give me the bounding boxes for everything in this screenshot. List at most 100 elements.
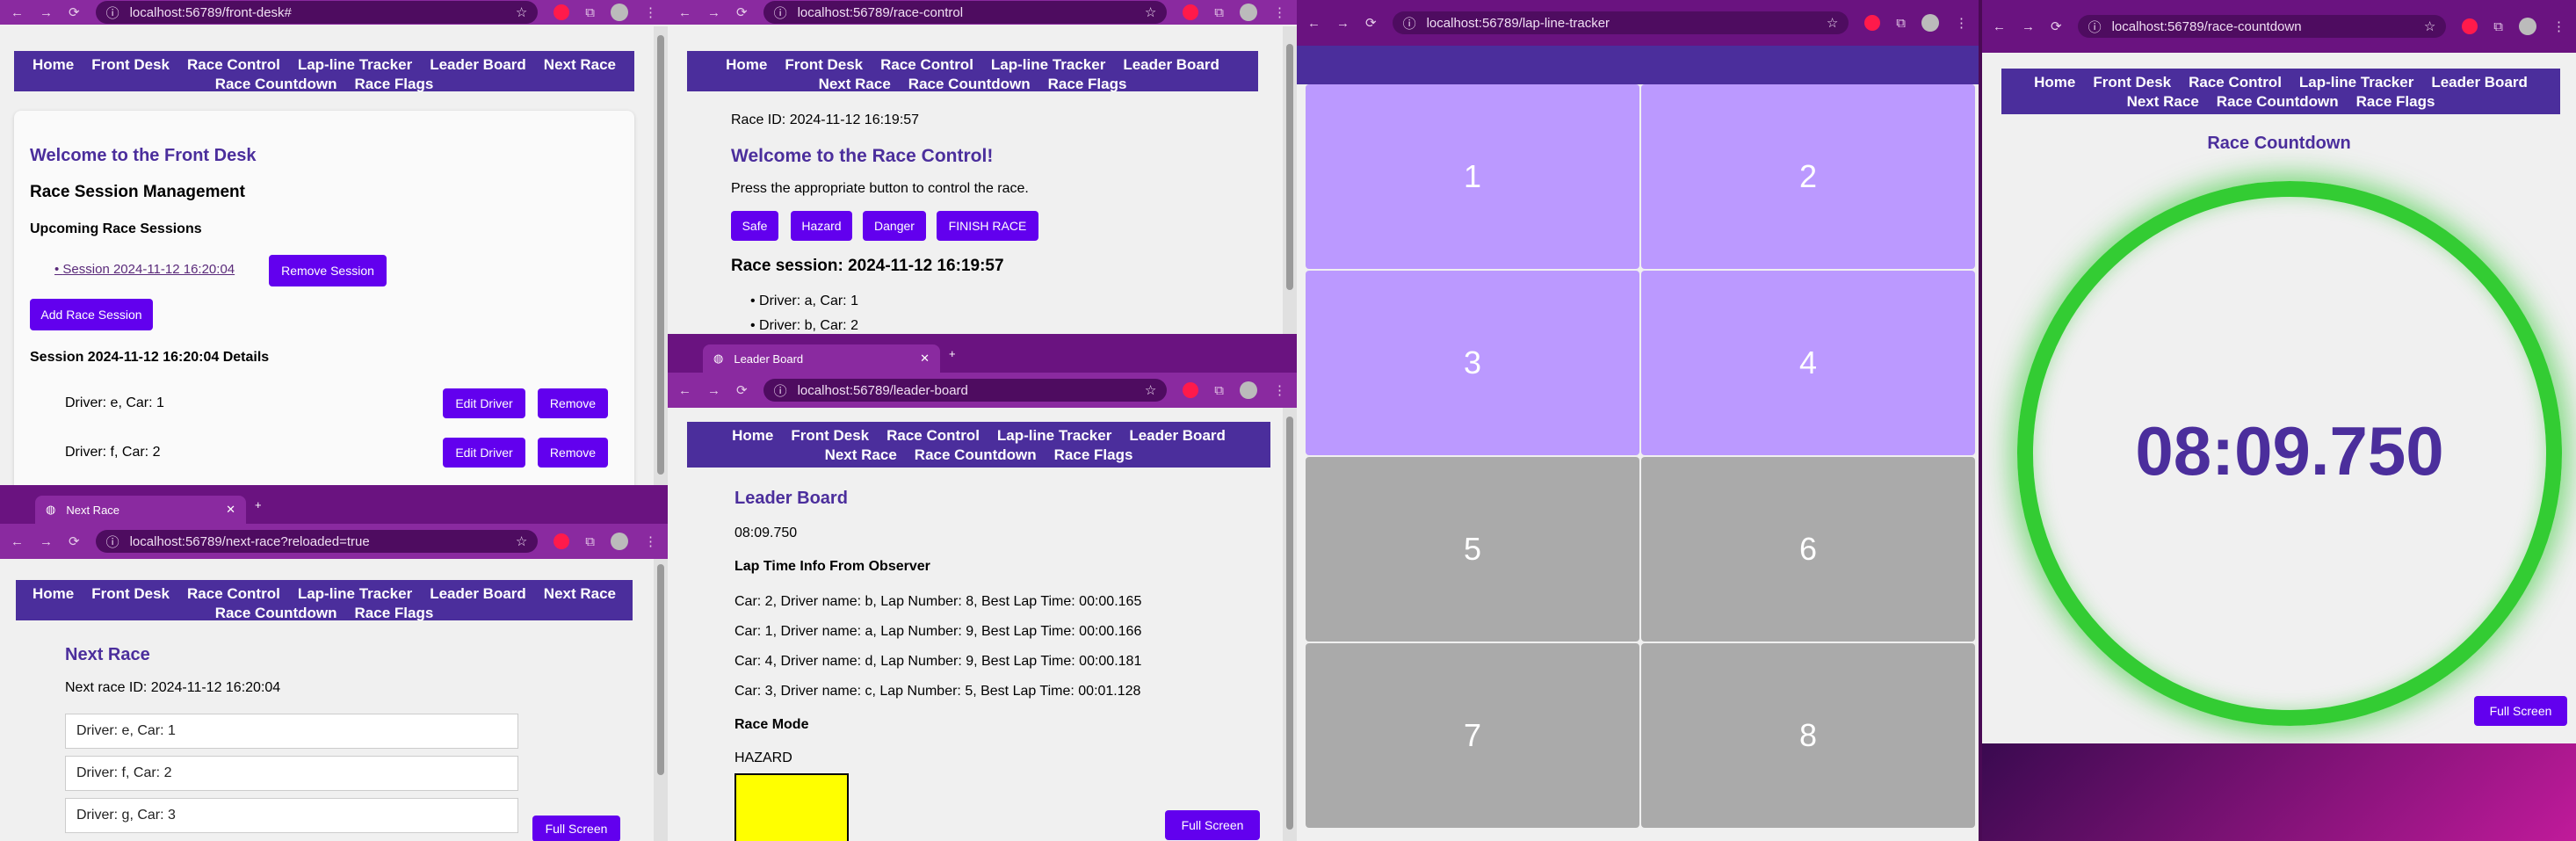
car-tile[interactable]: 8 xyxy=(1641,643,1975,828)
site-info-icon[interactable]: ⓘ xyxy=(1403,14,1416,33)
back-arrow-icon[interactable]: ← xyxy=(1993,19,2006,34)
nav-home[interactable]: Home xyxy=(33,585,74,603)
reload-icon[interactable]: ⟳ xyxy=(1365,15,1377,31)
address-bar[interactable]: ⓘ localhost:56789/next-race?reloaded=true… xyxy=(95,530,539,553)
site-info-icon[interactable]: ⓘ xyxy=(106,533,119,551)
kebab-menu-icon[interactable]: ⋮ xyxy=(1273,382,1286,398)
extension-icon[interactable] xyxy=(554,4,570,20)
full-screen-button[interactable]: Full Screen xyxy=(532,816,620,841)
nav-race-flags[interactable]: Race Flags xyxy=(355,605,434,622)
site-info-icon[interactable]: ⓘ xyxy=(774,381,787,400)
nav-leader-board[interactable]: Leader Board xyxy=(2431,74,2528,91)
nav-race-countdown[interactable]: Race Countdown xyxy=(908,76,1031,93)
nav-next-race[interactable]: Next Race xyxy=(819,76,891,93)
forward-arrow-icon[interactable]: → xyxy=(707,383,720,398)
session-link[interactable]: • Session 2024-11-12 16:20:04 xyxy=(54,262,235,277)
reload-icon[interactable]: ⟳ xyxy=(736,382,748,398)
extensions-puzzle-icon[interactable]: ⧉ xyxy=(1214,5,1224,20)
full-screen-button[interactable]: Full Screen xyxy=(1165,810,1260,840)
reload-icon[interactable]: ⟳ xyxy=(69,533,80,549)
nav-lap-line-tracker[interactable]: Lap-line Tracker xyxy=(997,427,1111,445)
kebab-menu-icon[interactable]: ⋮ xyxy=(644,533,657,549)
forward-arrow-icon[interactable]: → xyxy=(707,5,720,20)
car-tile[interactable]: 3 xyxy=(1306,271,1639,455)
car-tile[interactable]: 2 xyxy=(1641,84,1975,269)
finish-race-button[interactable]: FINISH RACE xyxy=(937,211,1038,241)
nav-next-race[interactable]: Next Race xyxy=(2127,93,2199,111)
nav-front-desk[interactable]: Front Desk xyxy=(2093,74,2171,91)
car-tile[interactable]: 4 xyxy=(1641,271,1975,455)
forward-arrow-icon[interactable]: → xyxy=(40,534,53,549)
nav-race-control[interactable]: Race Control xyxy=(880,56,973,74)
nav-home[interactable]: Home xyxy=(33,56,74,74)
extensions-puzzle-icon[interactable]: ⧉ xyxy=(2493,19,2503,34)
edit-driver-button[interactable]: Edit Driver xyxy=(443,388,525,418)
address-bar[interactable]: ⓘ localhost:56789/front-desk# ☆ xyxy=(95,1,539,24)
back-arrow-icon[interactable]: ← xyxy=(1307,16,1321,31)
nav-front-desk[interactable]: Front Desk xyxy=(785,56,863,74)
reload-icon[interactable]: ⟳ xyxy=(2051,18,2062,34)
extension-icon[interactable] xyxy=(1183,382,1199,398)
extensions-puzzle-icon[interactable]: ⧉ xyxy=(585,534,595,549)
extension-icon[interactable] xyxy=(2462,18,2478,34)
nav-race-flags[interactable]: Race Flags xyxy=(1048,76,1127,93)
car-tile[interactable]: 6 xyxy=(1641,457,1975,642)
back-arrow-icon[interactable]: ← xyxy=(11,534,24,549)
forward-arrow-icon[interactable]: → xyxy=(40,5,53,20)
extension-icon[interactable] xyxy=(1183,4,1199,20)
back-arrow-icon[interactable]: ← xyxy=(678,5,691,20)
tab-next-race[interactable]: ◍ Next Race ✕ xyxy=(35,496,246,524)
kebab-menu-icon[interactable]: ⋮ xyxy=(1955,15,1968,31)
site-info-icon[interactable]: ⓘ xyxy=(106,4,119,22)
edit-driver-button[interactable]: Edit Driver xyxy=(443,438,525,468)
nav-front-desk[interactable]: Front Desk xyxy=(91,585,170,603)
car-tile[interactable]: 5 xyxy=(1306,457,1639,642)
nav-home[interactable]: Home xyxy=(726,56,767,74)
add-race-session-button[interactable]: Add Race Session xyxy=(30,299,153,330)
nav-race-countdown[interactable]: Race Countdown xyxy=(215,76,337,93)
bookmark-star-icon[interactable]: ☆ xyxy=(1145,382,1156,398)
close-icon[interactable]: ✕ xyxy=(920,352,930,366)
profile-avatar-icon[interactable] xyxy=(611,4,628,21)
nav-race-control[interactable]: Race Control xyxy=(2189,74,2282,91)
nav-leader-board[interactable]: Leader Board xyxy=(430,56,526,74)
extensions-puzzle-icon[interactable]: ⧉ xyxy=(585,5,595,20)
danger-button[interactable]: Danger xyxy=(863,211,926,241)
bookmark-star-icon[interactable]: ☆ xyxy=(1827,15,1838,31)
profile-avatar-icon[interactable] xyxy=(2519,18,2536,35)
nav-next-race[interactable]: Next Race xyxy=(544,585,616,603)
kebab-menu-icon[interactable]: ⋮ xyxy=(644,4,657,20)
address-bar[interactable]: ⓘ localhost:56789/lap-line-tracker ☆ xyxy=(1392,11,1849,34)
nav-leader-board[interactable]: Leader Board xyxy=(1129,427,1226,445)
car-tile[interactable]: 1 xyxy=(1306,84,1639,269)
address-bar[interactable]: ⓘ localhost:56789/leader-board ☆ xyxy=(763,379,1168,402)
nav-home[interactable]: Home xyxy=(732,427,773,445)
nav-race-control[interactable]: Race Control xyxy=(187,56,280,74)
nav-next-race[interactable]: Next Race xyxy=(544,56,616,74)
remove-session-button[interactable]: Remove Session xyxy=(269,255,387,286)
bookmark-star-icon[interactable]: ☆ xyxy=(2424,18,2435,34)
session-link-label[interactable]: Session 2024-11-12 16:20:04 xyxy=(62,262,235,277)
nav-front-desk[interactable]: Front Desk xyxy=(91,56,170,74)
nav-race-countdown[interactable]: Race Countdown xyxy=(215,605,337,622)
reload-icon[interactable]: ⟳ xyxy=(736,4,748,20)
nav-leader-board[interactable]: Leader Board xyxy=(1123,56,1219,74)
nav-front-desk[interactable]: Front Desk xyxy=(791,427,869,445)
nav-leader-board[interactable]: Leader Board xyxy=(430,585,526,603)
car-tile[interactable]: 7 xyxy=(1306,643,1639,828)
back-arrow-icon[interactable]: ← xyxy=(11,5,24,20)
nav-race-flags[interactable]: Race Flags xyxy=(2356,93,2435,111)
extensions-puzzle-icon[interactable]: ⧉ xyxy=(1896,16,1906,31)
extension-icon[interactable] xyxy=(1864,15,1881,31)
tab-leader-board[interactable]: ◍ Leader Board ✕ xyxy=(703,344,940,373)
profile-avatar-icon[interactable] xyxy=(1240,4,1257,21)
forward-arrow-icon[interactable]: → xyxy=(2022,19,2035,34)
new-tab-icon[interactable]: + xyxy=(255,498,262,511)
scrollbar[interactable] xyxy=(1283,26,1297,334)
address-bar[interactable]: ⓘ localhost:56789/race-control ☆ xyxy=(763,1,1168,24)
kebab-menu-icon[interactable]: ⋮ xyxy=(2552,18,2565,34)
full-screen-button[interactable]: Full Screen xyxy=(2474,696,2567,726)
back-arrow-icon[interactable]: ← xyxy=(678,383,691,398)
extension-icon[interactable] xyxy=(554,533,570,549)
safe-button[interactable]: Safe xyxy=(731,211,778,241)
